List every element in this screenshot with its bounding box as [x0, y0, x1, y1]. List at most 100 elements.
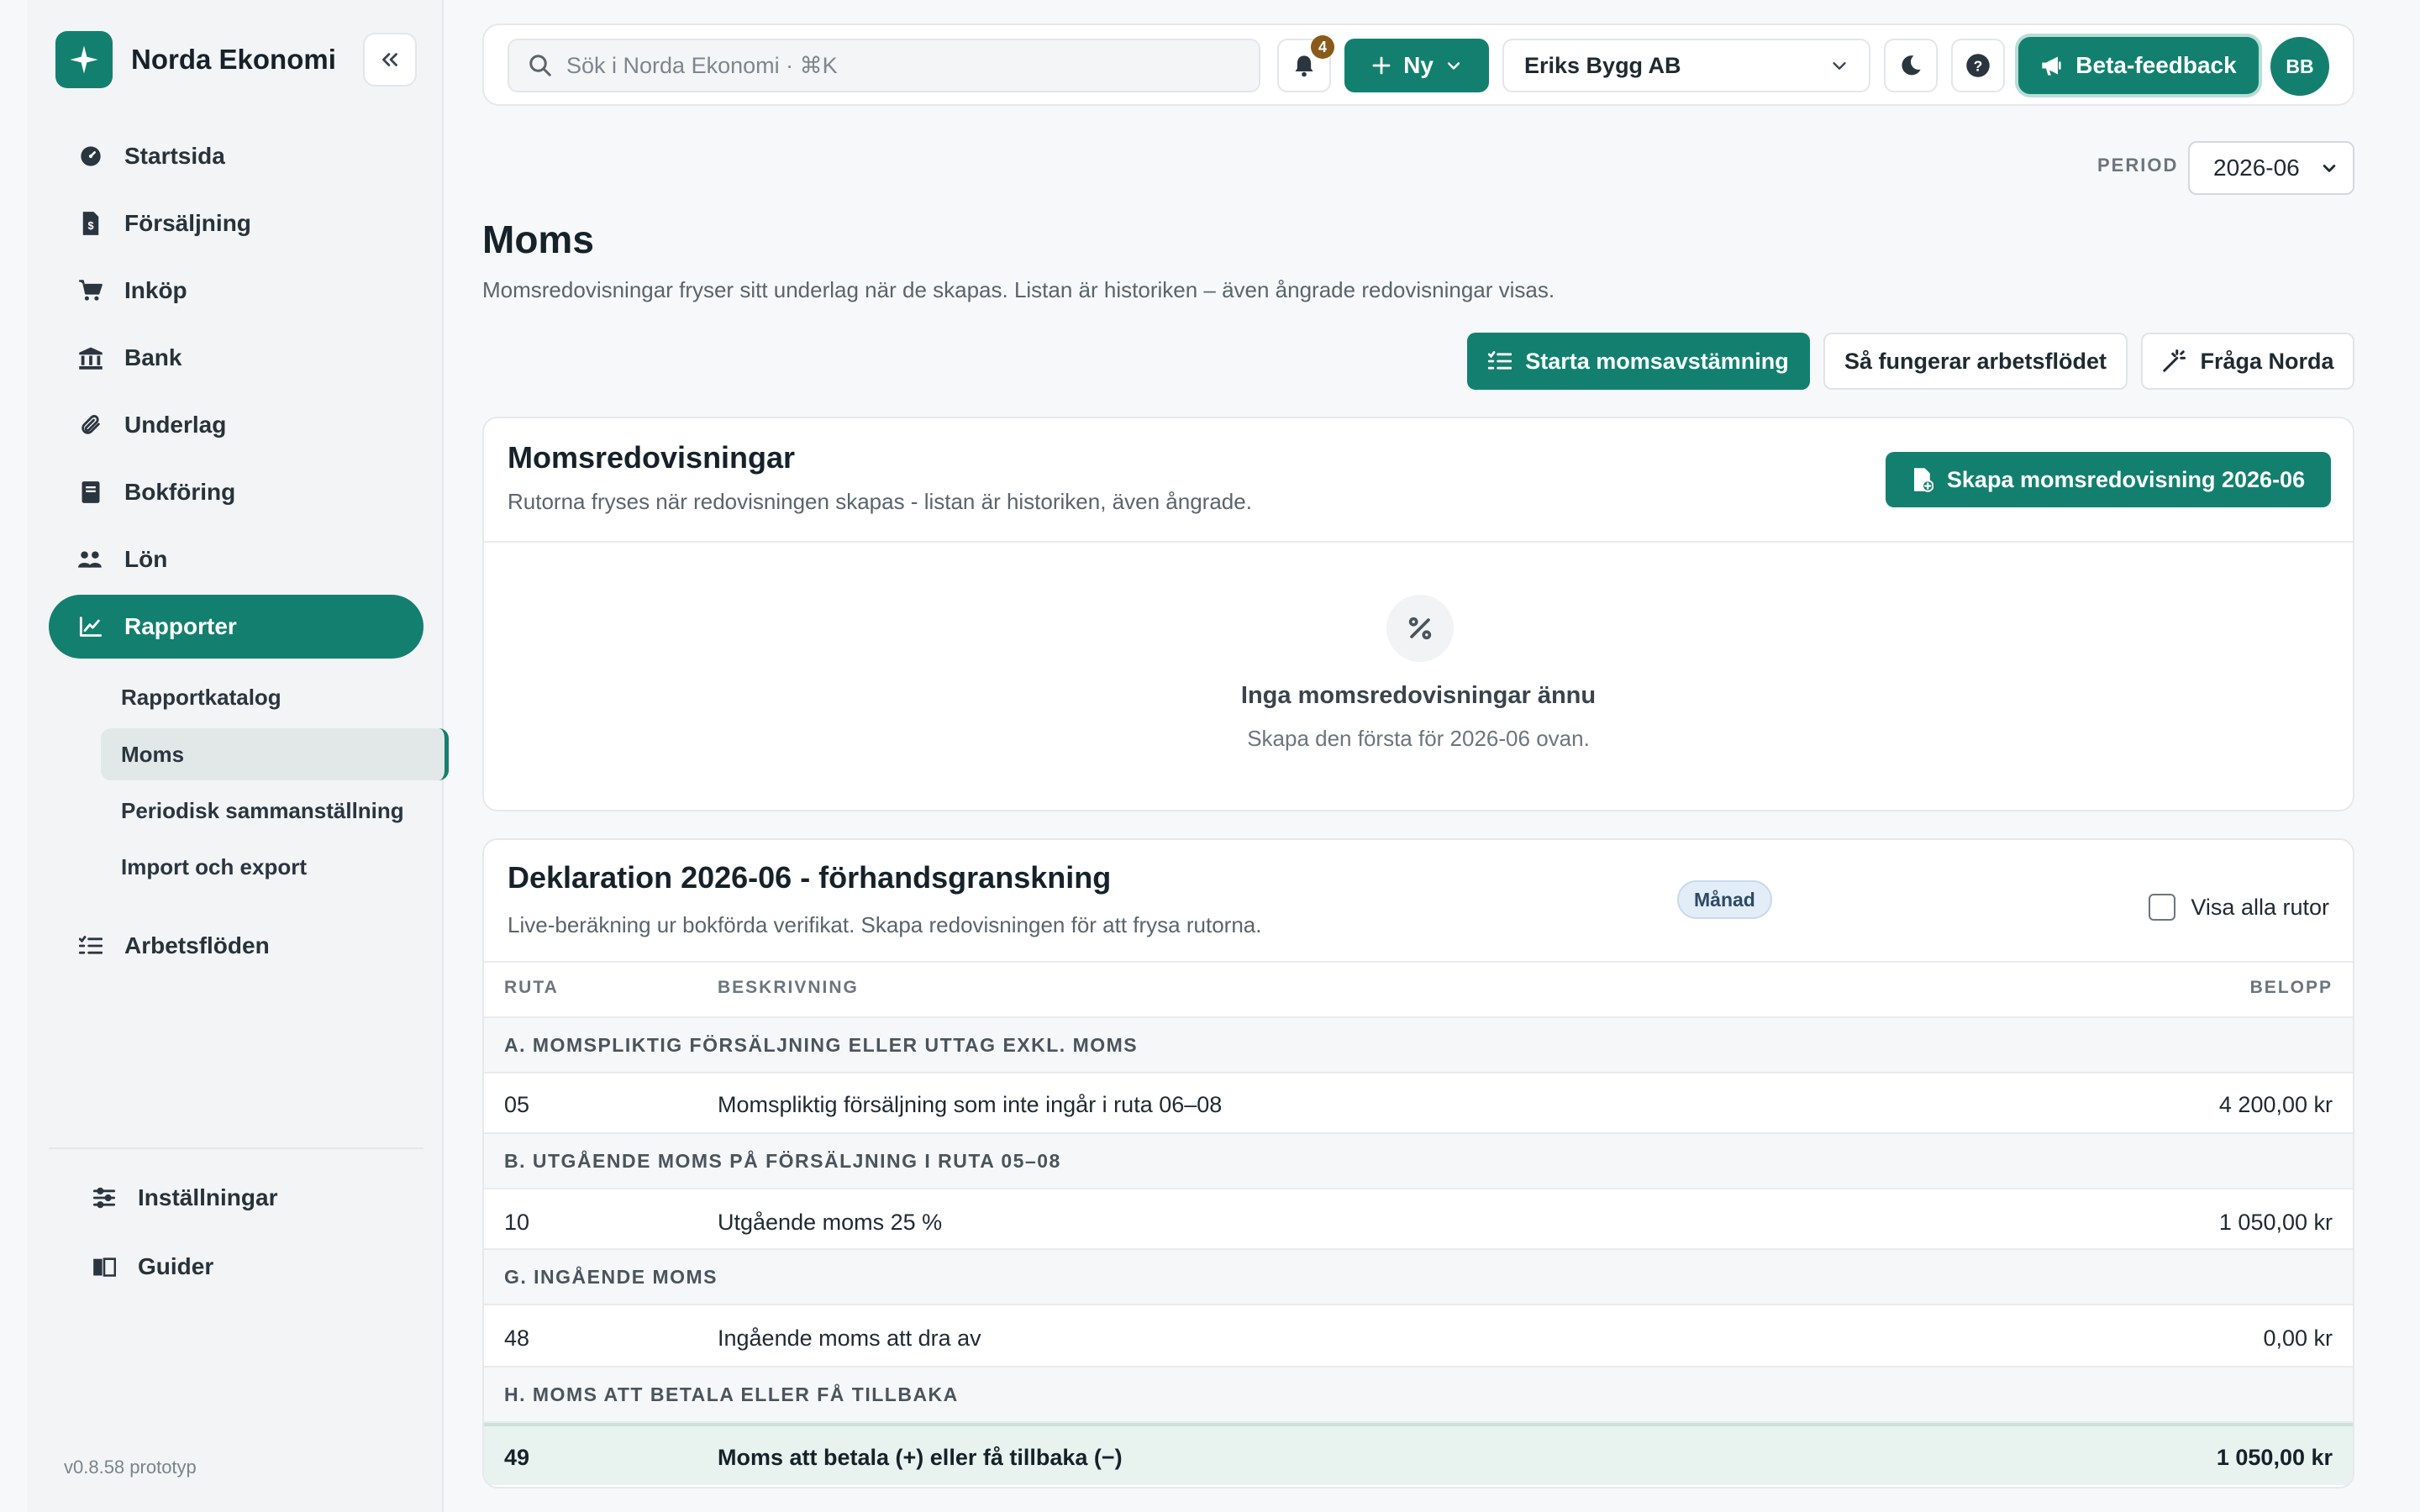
sidebar-item-label: Startsida	[124, 143, 225, 169]
dark-mode-toggle[interactable]	[1884, 39, 1938, 92]
sidebar-item-lon[interactable]: Lön	[49, 528, 424, 591]
sidebar-subitem-rapportkatalog[interactable]: Rapportkatalog	[101, 671, 449, 723]
beta-feedback-label: Beta-feedback	[2075, 52, 2237, 78]
column-header-beskrivning: BESKRIVNING	[718, 978, 859, 997]
how-workflow-works-button[interactable]: Så fungerar arbetsflödet	[1823, 333, 2128, 390]
sidebar-item-startsida[interactable]: Startsida	[49, 124, 424, 188]
book-open-icon	[91, 1253, 118, 1280]
svg-text:?: ?	[1974, 57, 1983, 74]
sidebar-item-label: Försäljning	[124, 210, 251, 236]
checklist-icon	[77, 932, 104, 959]
percent-icon	[1386, 595, 1454, 662]
megaphone-icon	[2042, 56, 2061, 76]
sidebar-subitem-import-export[interactable]: Import och export	[101, 841, 449, 893]
card-divider	[484, 961, 2353, 963]
table-row: 10 Utgående moms 25 % 1 050,00 kr	[484, 1191, 2353, 1252]
chevron-down-icon	[1447, 62, 1460, 70]
sidebar-item-label: Inställningar	[138, 1184, 278, 1210]
section-heading-row: B. UTGÅENDE MOMS PÅ FÖRSÄLJNING I RUTA 0…	[484, 1132, 2353, 1189]
search-box[interactable]	[508, 39, 1260, 92]
period-select[interactable]: 2026-06	[2188, 141, 2354, 195]
description-cell: Ingående moms att dra av	[718, 1326, 981, 1351]
create-vat-return-button[interactable]: Skapa momsredovisning 2026-06	[1886, 452, 2331, 507]
sidebar-item-bank[interactable]: Bank	[49, 326, 424, 390]
help-circle-icon: ?	[1966, 54, 1990, 77]
section-heading-row: H. MOMS ATT BETALA ELLER FÅ TILLBAKA	[484, 1366, 2353, 1423]
start-vat-reconciliation-button[interactable]: Starta momsavstämning	[1467, 333, 1810, 390]
sidebar-item-guider[interactable]: Guider	[49, 1235, 424, 1299]
sidebar-subitem-label: Moms	[121, 741, 185, 767]
svg-text:$: $	[87, 220, 93, 232]
chevron-down-icon	[2323, 165, 2336, 172]
column-header-belopp: BELOPP	[2249, 978, 2333, 997]
sidebar-item-label: Arbetsflöden	[124, 932, 270, 958]
start-vat-reconciliation-label: Starta momsavstämning	[1525, 348, 1789, 374]
declaration-subtitle: Live-beräkning ur bokförda verifikat. Sk…	[508, 912, 1262, 937]
search-icon	[529, 55, 551, 76]
column-header-ruta: RUTA	[504, 978, 559, 997]
page-description: Momsredovisningar fryser sitt underlag n…	[482, 277, 1555, 302]
period-type-badge: Månad	[1677, 880, 1772, 919]
moon-icon	[1902, 55, 1921, 76]
amount-cell: 0,00 kr	[2263, 1326, 2333, 1351]
sidebar-item-rapporter[interactable]: Rapporter	[49, 595, 424, 659]
sidebar-subitem-label: Rapportkatalog	[121, 684, 281, 710]
total-row: 49 Moms att betala (+) eller få tillbaka…	[484, 1423, 2353, 1485]
sidebar-item-installningar[interactable]: Inställningar	[49, 1166, 424, 1230]
sidebar-item-arbetsfloden[interactable]: Arbetsflöden	[49, 914, 424, 978]
table-row: 05 Momspliktig försäljning som inte ingå…	[484, 1074, 2353, 1134]
vat-returns-subtitle: Rutorna fryses när redovisningen skapas …	[508, 489, 1252, 514]
empty-state-subtitle: Skapa den första för 2026-06 ovan.	[1247, 726, 1590, 751]
ruta-cell: 48	[504, 1326, 530, 1351]
chevron-down-icon	[1833, 62, 1846, 70]
app-name: Norda Ekonomi	[131, 44, 336, 75]
book-icon	[77, 479, 104, 506]
ask-norda-button[interactable]: Fråga Norda	[2141, 333, 2354, 390]
sidebar-item-forsaljning[interactable]: $ Försäljning	[49, 192, 424, 255]
sidebar-subitem-label: Import och export	[121, 853, 308, 879]
amount-cell: 1 050,00 kr	[2218, 1210, 2333, 1235]
vat-returns-title: Momsredovisningar	[508, 440, 796, 475]
help-button[interactable]: ?	[1951, 39, 2005, 92]
new-button[interactable]: Ny	[1344, 39, 1489, 92]
sidebar: Norda Ekonomi Startsida $ Försäljning In…	[27, 0, 449, 1512]
sidebar-item-underlag[interactable]: Underlag	[49, 393, 424, 457]
sidebar-item-label: Inköp	[124, 277, 187, 303]
search-input[interactable]	[566, 52, 1239, 79]
collapse-sidebar-button[interactable]	[363, 33, 417, 87]
app-version: v0.8.58 prototyp	[64, 1457, 197, 1478]
sidebar-item-label: Lön	[124, 546, 168, 572]
beta-feedback-button[interactable]: Beta-feedback	[2018, 37, 2259, 94]
description-cell: Utgående moms 25 %	[718, 1210, 943, 1235]
sidebar-item-bokforing[interactable]: Bokföring	[49, 460, 424, 524]
vat-returns-card: Momsredovisningar Rutorna fryses när red…	[482, 417, 2354, 811]
sidebar-item-label: Bokföring	[124, 479, 236, 505]
sidebar-subitem-label: Periodisk sammanställning	[121, 797, 404, 823]
notifications-button[interactable]: 4	[1277, 35, 1334, 92]
section-heading-row: G. INGÅENDE MOMS	[484, 1248, 2353, 1305]
dashboard-icon	[77, 143, 104, 170]
description-cell: Momspliktig försäljning som inte ingår i…	[718, 1092, 1223, 1117]
bank-icon	[77, 344, 104, 371]
declaration-preview-card: Deklaration 2026-06 - förhandsgranskning…	[482, 838, 2354, 1488]
chevrons-left-icon	[382, 53, 397, 66]
checklist-icon	[1488, 351, 1512, 370]
table-row: 48 Ingående moms att dra av 0,00 kr	[484, 1307, 2353, 1368]
sparkle-logo-icon	[55, 31, 113, 88]
company-select[interactable]: Eriks Bygg AB	[1502, 39, 1870, 92]
brand[interactable]: Norda Ekonomi	[55, 30, 336, 89]
sidebar-item-label: Guider	[138, 1253, 214, 1279]
plus-icon	[1372, 56, 1391, 75]
sidebar-item-label: Underlag	[124, 412, 227, 438]
sliders-icon	[91, 1184, 118, 1211]
sidebar-subitem-moms[interactable]: Moms	[101, 728, 449, 780]
sidebar-subitem-periodisk-sammanstallning[interactable]: Periodisk sammanställning	[101, 785, 449, 837]
show-all-boxes-toggle[interactable]: Visa alla rutor	[2149, 894, 2329, 921]
sidebar-item-inkop[interactable]: Inköp	[49, 259, 424, 323]
sidebar-divider	[49, 1147, 424, 1149]
notification-count-badge: 4	[1311, 35, 1334, 59]
avatar[interactable]: BB	[2270, 37, 2329, 96]
paperclip-icon	[77, 412, 104, 438]
show-all-checkbox[interactable]	[2149, 894, 2176, 921]
description-cell: Moms att betala (+) eller få tillbaka (−…	[718, 1445, 1123, 1470]
